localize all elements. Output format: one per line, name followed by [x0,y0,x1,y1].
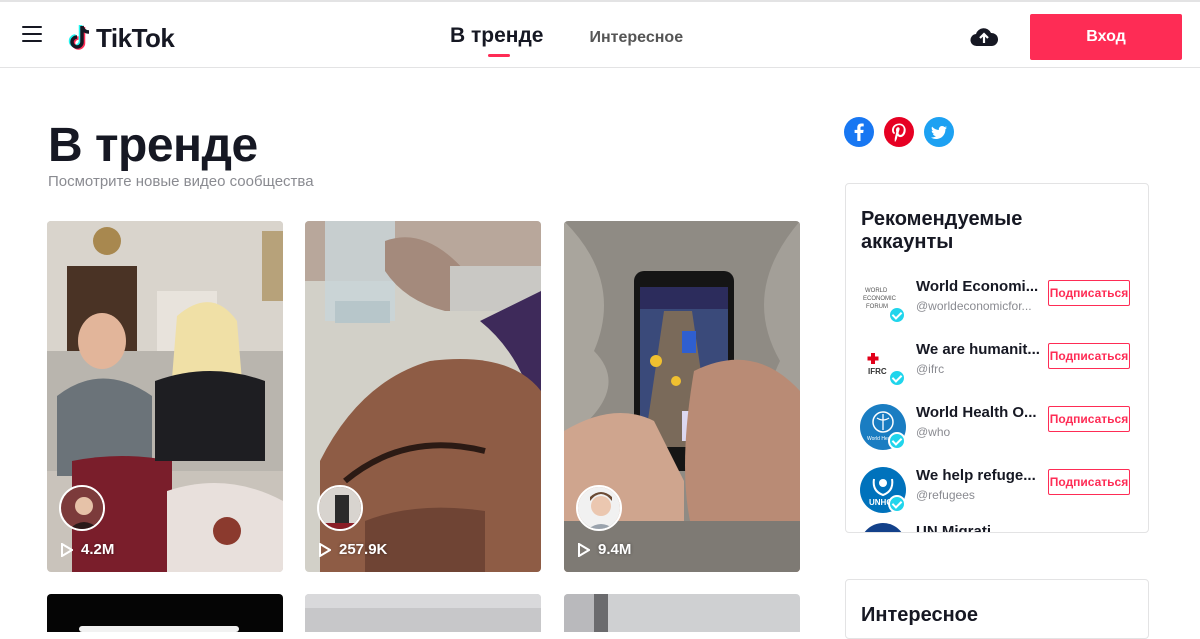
logo-text: TikTok [96,22,175,53]
account-avatar[interactable] [860,523,906,532]
twitter-icon[interactable] [924,117,954,147]
account-name[interactable]: World Economi... [916,278,1042,295]
tiktok-logo[interactable]: TikTok [68,22,175,54]
follow-button[interactable]: Подписаться [1048,469,1130,495]
top-nav: В тренде Интересное [450,24,684,57]
verified-badge-icon [888,495,906,513]
view-count: 257.9K [319,541,387,558]
creator-avatar[interactable] [317,485,363,531]
tab-trending[interactable]: В тренде [450,24,544,57]
discover-panel: Интересное [845,579,1149,639]
account-item: UN Migrati... [860,523,1146,532]
recommended-accounts-panel: Рекомендуемые аккаунты WORLD ECONOMIC FORU… [845,183,1149,533]
svg-text:ECONOMIC: ECONOMIC [863,296,897,302]
account-item: World Health World Health O... @who Подп… [860,404,1146,454]
account-name[interactable]: UN Migrati... [916,523,1042,532]
pinterest-icon[interactable] [884,117,914,147]
page-title: В тренде [48,119,258,172]
tab-discover[interactable]: Интересное [590,29,684,47]
video-card[interactable]: 257.9K [305,221,541,572]
account-handle: @ifrc [916,362,945,376]
top-header: TikTok В тренде Интересное Вход [0,0,1200,68]
follow-button[interactable]: Подписаться [1048,406,1130,432]
video-thumbnail [47,594,283,632]
panel-title: Рекомендуемые аккаунты [861,208,1023,253]
play-icon [61,542,73,557]
panel-title: Интересное [861,604,978,626]
tiktok-note-icon [68,25,90,50]
video-card[interactable]: 9.4M [564,221,800,572]
account-name[interactable]: We are humanit... [916,341,1042,358]
svg-text:WORLD: WORLD [865,288,888,294]
account-handle: @refugees [916,488,975,502]
account-item: WORLD ECONOMIC FORUM World Economi... @wor… [860,278,1146,328]
view-count-text: 257.9K [339,541,388,558]
account-name[interactable]: World Health O... [916,404,1042,421]
creator-avatar[interactable] [59,485,105,531]
account-handle: @worldeconomicfor... [916,299,1032,313]
page-subtitle: Посмотрите новые видео сообщества [48,173,314,190]
verified-badge-icon [888,432,906,450]
account-item: UNHCR We help refuge... @refugees Подпис… [860,467,1146,517]
share-row [844,117,964,147]
video-thumbnail [305,594,541,632]
login-button[interactable]: Вход [1030,14,1182,60]
verified-badge-icon [888,369,906,387]
view-count: 4.2M [61,541,114,558]
follow-button[interactable]: Подписаться [1048,343,1130,369]
verified-badge-icon [888,306,906,324]
account-name[interactable]: We help refuge... [916,467,1042,484]
video-card[interactable] [564,594,800,632]
svg-text:IFRC: IFRC [868,367,887,376]
creator-avatar[interactable] [576,485,622,531]
upload-cloud-icon[interactable] [970,26,998,48]
follow-button[interactable]: Подписаться [1048,280,1130,306]
account-handle: @who [916,425,951,439]
video-card[interactable] [47,594,283,632]
view-count-text: 9.4M [598,541,632,558]
play-icon [578,542,590,557]
svg-text:FORUM: FORUM [866,304,888,310]
video-card[interactable] [305,594,541,632]
account-item: IFRC We are humanit... @ifrc Подписаться [860,341,1146,391]
play-icon [319,542,331,557]
hamburger-menu-icon[interactable] [22,26,42,42]
video-thumbnail [564,594,800,632]
view-count: 9.4M [578,541,631,558]
facebook-icon[interactable] [844,117,874,147]
video-card[interactable]: 4.2M [47,221,283,572]
view-count-text: 4.2M [81,541,115,558]
